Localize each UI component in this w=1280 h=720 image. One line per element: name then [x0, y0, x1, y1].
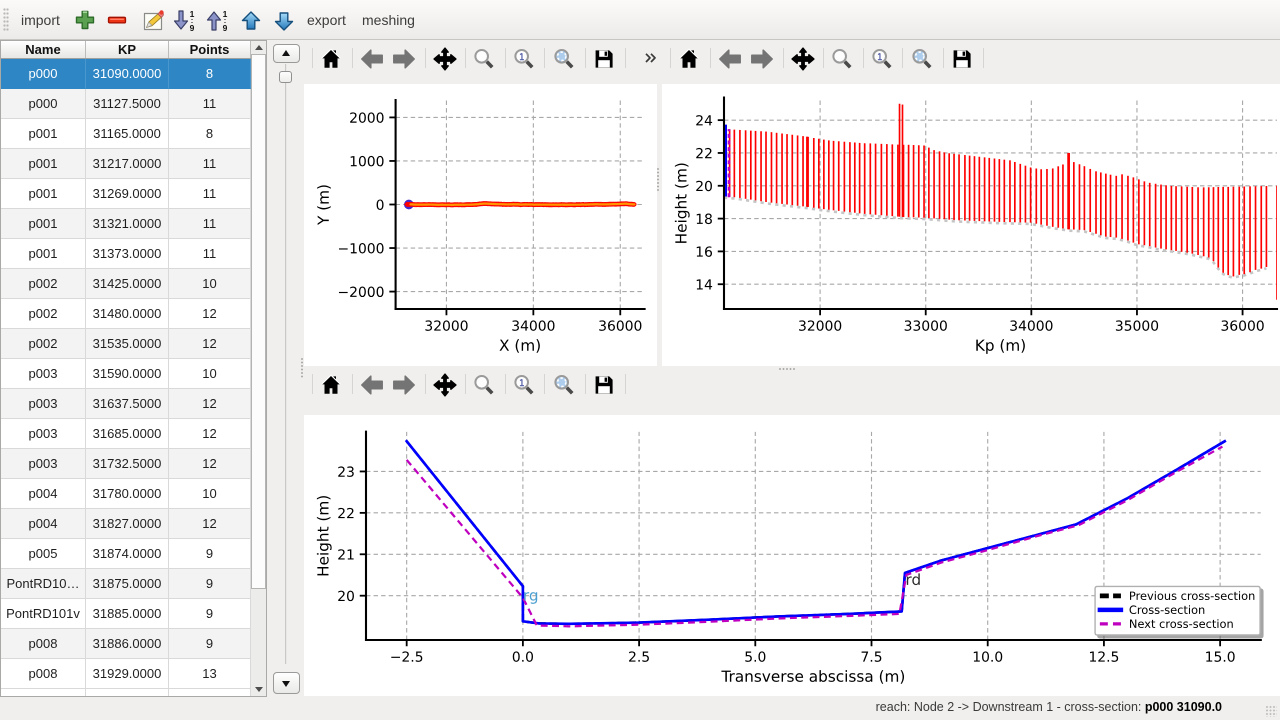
svg-text:9: 9: [190, 23, 195, 33]
svg-text:9: 9: [223, 23, 228, 33]
svg-text:1: 1: [190, 9, 195, 19]
svg-text:1: 1: [223, 9, 228, 19]
